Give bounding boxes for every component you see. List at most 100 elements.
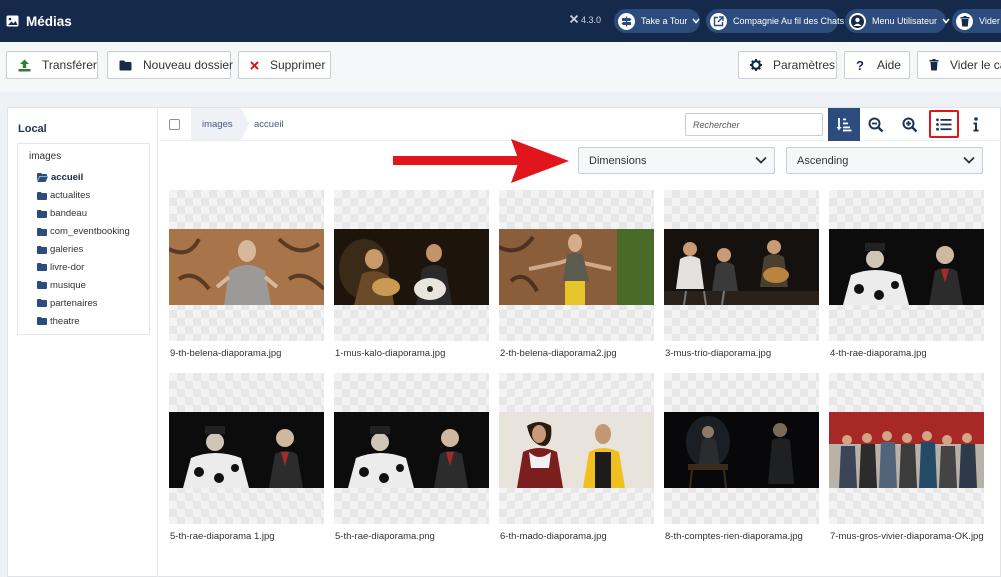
sidebar-item-galeries[interactable]: galeries bbox=[37, 241, 130, 259]
file-name: 6-th-mado-diaporama.jpg bbox=[500, 531, 607, 542]
clear-cache-header-label: Vider l bbox=[979, 16, 1001, 26]
chevron-down-icon bbox=[692, 18, 700, 24]
sidebar-item-actualites[interactable]: actualites bbox=[37, 187, 130, 205]
media-item[interactable]: 2-th-belena-diaporama2.jpg bbox=[499, 190, 654, 359]
images-icon bbox=[6, 15, 19, 27]
gear-icon bbox=[750, 59, 762, 71]
toolbar: Transférer Nouveau dossier Supprimer Par… bbox=[0, 42, 1001, 92]
list-view-button[interactable] bbox=[929, 110, 959, 138]
zoom-out-button[interactable] bbox=[863, 108, 889, 141]
folder-open-icon bbox=[37, 173, 48, 183]
file-name: 9-th-belena-diaporama.jpg bbox=[170, 348, 282, 359]
sidebar-item-bandeau[interactable]: bandeau bbox=[37, 205, 130, 223]
sidebar-item-label: theatre bbox=[50, 315, 80, 327]
help-button[interactable]: ? Aide bbox=[844, 51, 910, 79]
file-name: 8-th-comptes-rien-diaporama.jpg bbox=[665, 531, 803, 542]
thumbnail-image bbox=[334, 229, 489, 305]
folder-tree: images accueil actualites bandeau com_ev… bbox=[17, 143, 150, 335]
media-item[interactable]: 8-th-comptes-rien-diaporama.jpg bbox=[664, 373, 819, 542]
media-item[interactable]: 6-th-mado-diaporama.jpg bbox=[499, 373, 654, 542]
sidebar-title: Local bbox=[18, 123, 47, 135]
zoom-out-icon bbox=[868, 117, 884, 132]
sidebar-item-com-eventbooking[interactable]: com_eventbooking bbox=[37, 223, 130, 241]
folder-icon bbox=[37, 317, 47, 326]
sidebar-item-accueil[interactable]: accueil bbox=[37, 169, 130, 187]
browser-toolbar: images accueil bbox=[159, 108, 1001, 141]
sidebar-item-label: livre-dor bbox=[50, 261, 85, 273]
sidebar-item-label: com_eventbooking bbox=[50, 226, 130, 238]
media-item[interactable]: 3-mus-trio-diaporama.jpg bbox=[664, 190, 819, 359]
media-item[interactable]: 5-th-rae-diaporama.png bbox=[334, 373, 489, 542]
folder-icon bbox=[37, 281, 47, 290]
upload-icon bbox=[18, 59, 31, 72]
sidebar-item-label: musique bbox=[50, 279, 86, 291]
file-name: 2-th-belena-diaporama2.jpg bbox=[500, 348, 617, 359]
trash-icon bbox=[929, 59, 939, 71]
external-link-icon bbox=[710, 12, 727, 30]
file-name: 1-mus-kalo-diaporama.jpg bbox=[335, 348, 446, 359]
new-folder-button[interactable]: Nouveau dossier bbox=[107, 51, 234, 79]
search-input[interactable] bbox=[685, 113, 823, 136]
thumbnail-image bbox=[829, 412, 984, 488]
sidebar-item-theatre[interactable]: theatre bbox=[37, 312, 130, 330]
select-all-checkbox[interactable] bbox=[169, 119, 180, 130]
user-circle-icon bbox=[849, 12, 866, 30]
sort-button[interactable] bbox=[828, 108, 860, 141]
new-folder-label: Nouveau dossier bbox=[143, 58, 234, 72]
annotation-arrow bbox=[393, 137, 569, 190]
question-icon: ? bbox=[856, 57, 864, 73]
delete-label: Supprimer bbox=[270, 58, 326, 72]
brand: Médias bbox=[6, 14, 72, 29]
sidebar-item-partenaires[interactable]: partenaires bbox=[37, 294, 130, 312]
joomla-icon bbox=[570, 15, 578, 25]
site-link-label: Compagnie Au fil des Chats bbox=[733, 16, 845, 26]
take-a-tour-button[interactable]: Take a Tour bbox=[614, 9, 700, 33]
chevron-down-icon bbox=[942, 18, 950, 24]
sort-order-select[interactable]: Ascending bbox=[786, 147, 983, 174]
folder-icon bbox=[37, 209, 47, 218]
media-item[interactable]: 5-th-rae-diaporama 1.jpg bbox=[169, 373, 324, 542]
close-icon bbox=[250, 60, 259, 70]
sidebar-item-label: bandeau bbox=[50, 208, 87, 220]
info-icon bbox=[973, 117, 979, 132]
chevron-down-icon bbox=[755, 156, 767, 165]
top-header: Médias 4.3.0 Take a Tour Compagnie Au fi… bbox=[0, 0, 1001, 42]
trash-icon bbox=[956, 12, 973, 30]
breadcrumb-images-label[interactable]: images bbox=[202, 119, 233, 130]
file-name: 5-th-rae-diaporama 1.jpg bbox=[170, 531, 275, 542]
list-icon bbox=[936, 117, 952, 131]
breadcrumb-accueil-label[interactable]: accueil bbox=[254, 119, 284, 130]
file-name: 5-th-rae-diaporama.png bbox=[335, 531, 435, 542]
sort-field-value: Dimensions bbox=[589, 154, 647, 167]
clear-cache-header-button[interactable]: Vider l bbox=[952, 9, 1001, 33]
delete-button[interactable]: Supprimer bbox=[238, 51, 331, 79]
sidebar-item-livre-dor[interactable]: livre-dor bbox=[37, 258, 130, 276]
folder-icon bbox=[37, 191, 47, 200]
thumbnail-image bbox=[334, 412, 489, 488]
empty-cache-button[interactable]: Vider le ca bbox=[917, 51, 1001, 79]
media-item[interactable]: 9-th-belena-diaporama.jpg bbox=[169, 190, 324, 359]
sidebar-item-musique[interactable]: musique bbox=[37, 276, 130, 294]
user-menu-button[interactable]: Menu Utilisateur bbox=[845, 9, 950, 33]
empty-cache-label: Vider le ca bbox=[950, 58, 1001, 72]
sort-amount-icon bbox=[836, 118, 852, 132]
sidebar: Local images accueil actualites bandeau bbox=[8, 108, 158, 577]
file-name: 4-th-rae-diaporama.jpg bbox=[830, 348, 927, 359]
folder-icon bbox=[37, 299, 47, 308]
upload-button[interactable]: Transférer bbox=[6, 51, 98, 79]
sort-field-select[interactable]: Dimensions bbox=[578, 147, 775, 174]
site-link-button[interactable]: Compagnie Au fil des Chats bbox=[706, 9, 844, 33]
options-button[interactable]: Paramètres bbox=[738, 51, 837, 79]
info-button[interactable] bbox=[965, 108, 987, 141]
folder-icon bbox=[119, 60, 132, 71]
zoom-in-button[interactable] bbox=[897, 108, 923, 141]
options-label: Paramètres bbox=[773, 58, 836, 72]
media-item[interactable]: 1-mus-kalo-diaporama.jpg bbox=[334, 190, 489, 359]
media-item[interactable]: 7-mus-gros-vivier-diaporama-OK.jpg bbox=[829, 373, 984, 542]
upload-label: Transférer bbox=[42, 58, 97, 72]
media-item[interactable]: 4-th-rae-diaporama.jpg bbox=[829, 190, 984, 359]
sidebar-item-label: partenaires bbox=[50, 297, 98, 309]
sidebar-item-label: actualites bbox=[50, 190, 91, 202]
tree-root-images[interactable]: images bbox=[29, 151, 61, 162]
zoom-in-icon bbox=[902, 117, 918, 132]
